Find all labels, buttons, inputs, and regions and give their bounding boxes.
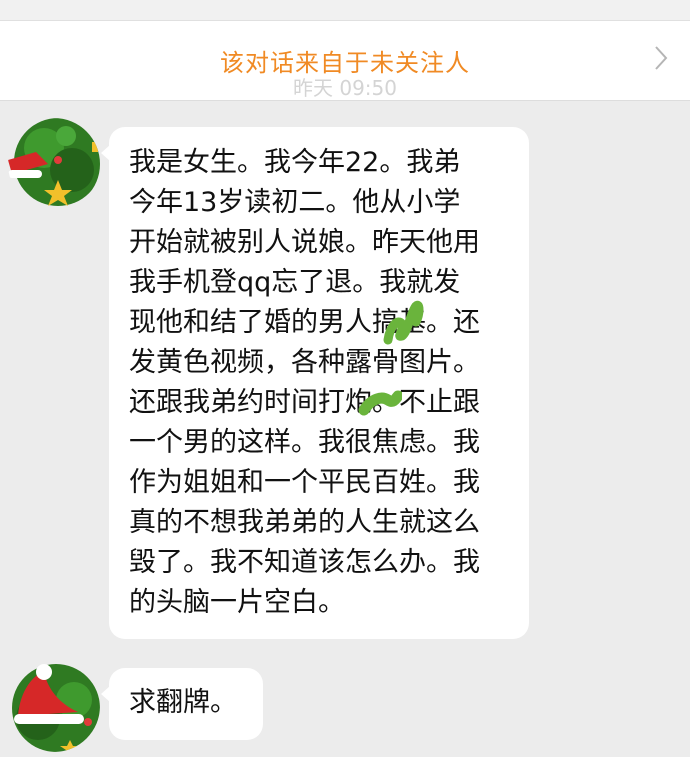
notice-text: 该对话来自于未关注人: [220, 49, 470, 77]
message-line: 我手机登qq忘了退。我就发: [129, 267, 461, 298]
message-line: 求翻牌。: [129, 687, 237, 718]
message-line: 今年13岁读初二。他从小学: [129, 187, 461, 218]
message-line: 一个男的这样。我很焦虑。我: [129, 427, 480, 458]
non-follower-notice-bar[interactable]: 该对话来自于未关注人: [0, 21, 690, 101]
chevron-right-icon: [654, 45, 668, 71]
christmas-tree-avatar-icon: [8, 660, 100, 752]
message-line: 真的不想我弟弟的人生就这么: [129, 507, 480, 538]
sender-avatar[interactable]: [8, 660, 100, 752]
message-line: 毁了。我不知道该怎么办。我: [129, 547, 480, 578]
sender-avatar[interactable]: [8, 118, 100, 210]
message-line: 作为姐姐和一个平民百姓。我: [129, 467, 480, 498]
message-bubble[interactable]: 求翻牌。: [101, 668, 263, 740]
message-line: 开始就被别人说娘。昨天他用: [129, 227, 480, 258]
christmas-tree-avatar-icon: [8, 118, 100, 210]
status-strip: [0, 0, 690, 21]
message-bubble[interactable]: 我是女生。我今年22。我弟 今年13岁读初二。他从小学 开始就被别人说娘。昨天他…: [101, 127, 529, 639]
message-line: 发黄色视频，各种露骨图片。: [129, 347, 480, 378]
message-line: 还跟我弟约时间打炮。不止跟: [129, 387, 480, 418]
message-line: 我是女生。我今年22。我弟: [129, 147, 461, 178]
message-line: 的头脑一片空白。: [129, 587, 345, 618]
message-line: 现他和结了婚的男人搞基。还: [129, 307, 480, 338]
